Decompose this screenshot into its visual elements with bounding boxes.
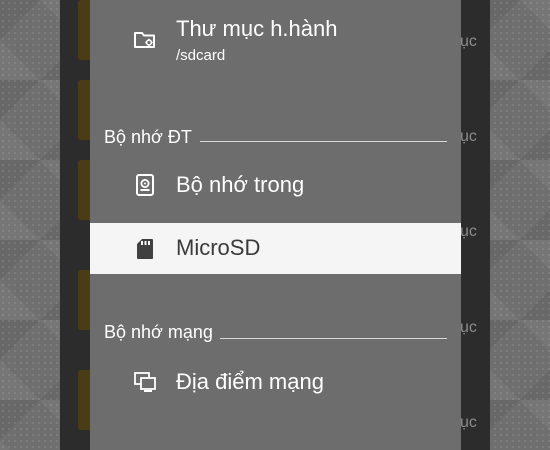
section-divider	[200, 141, 447, 142]
background-row-text: ục	[460, 33, 477, 50]
background-row-text: ục	[460, 319, 477, 336]
network-computer-icon	[132, 369, 158, 395]
phone-storage-icon	[132, 172, 158, 198]
background-row-text: ục	[460, 223, 477, 240]
storage-item-network-location[interactable]: Địa điểm mạng	[90, 355, 461, 409]
current-folder-item[interactable]: Thư mục h.hành /sdcard	[90, 0, 461, 85]
background-row-text: ục	[460, 128, 477, 145]
section-network-storage: Bộ nhớ mạng	[104, 320, 447, 344]
storage-picker-dialog: Thư mục h.hành /sdcard Bộ nhớ ĐT Bộ nhớ …	[90, 0, 461, 450]
storage-item-label: MicroSD	[176, 235, 261, 260]
storage-item-internal[interactable]: Bộ nhớ trong	[90, 158, 461, 212]
section-title: Bộ nhớ ĐT	[104, 127, 192, 147]
background-row-text: ục	[460, 414, 477, 431]
section-divider	[220, 338, 447, 339]
section-title: Bộ nhớ mạng	[104, 322, 213, 342]
storage-item-label: Bộ nhớ trong	[176, 172, 305, 197]
section-phone-storage: Bộ nhớ ĐT	[104, 125, 447, 149]
storage-item-microsd[interactable]: MicroSD	[90, 223, 461, 274]
storage-item-label: Địa điểm mạng	[176, 369, 324, 394]
sd-card-icon	[132, 236, 158, 262]
current-folder-path: /sdcard	[176, 47, 226, 64]
current-folder-label: Thư mục h.hành	[176, 16, 338, 41]
folder-settings-icon	[132, 26, 158, 52]
